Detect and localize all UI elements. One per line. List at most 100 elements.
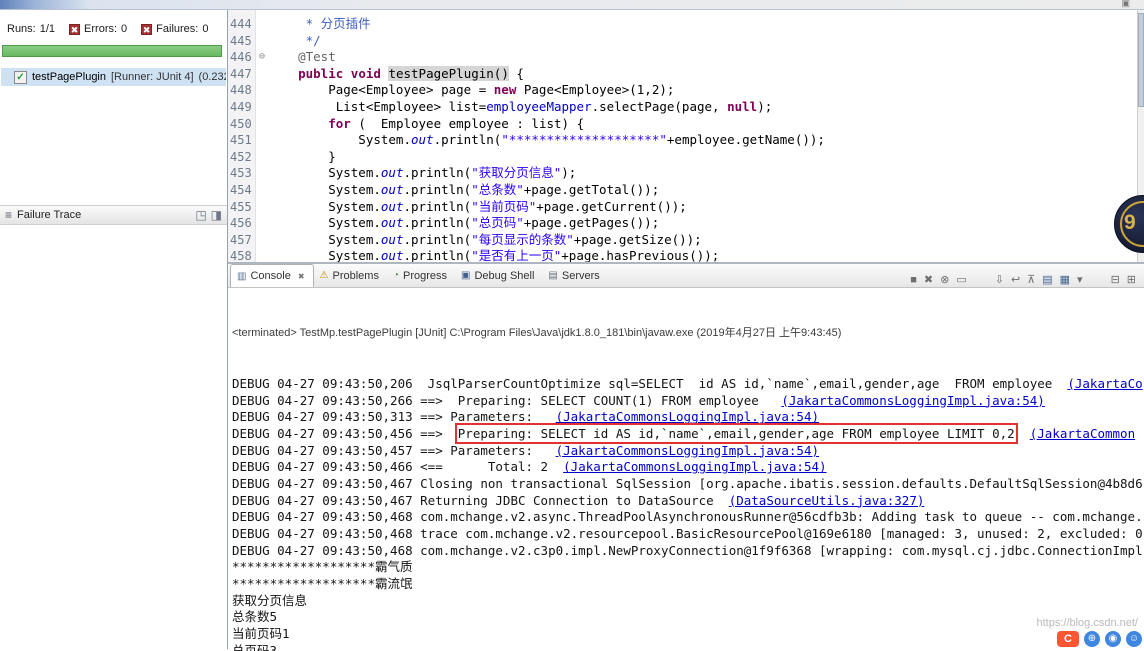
share-dot-icon[interactable]: ◉ [1105, 631, 1121, 647]
fold-collapse-icon[interactable]: ⊖ [256, 49, 268, 66]
line-number[interactable]: 457 [228, 232, 256, 249]
console-line: DEBUG 04-27 09:43:50,467 Closing non tra… [232, 476, 1144, 493]
console-line: DEBUG 04-27 09:43:50,468 com.mchange.v2.… [232, 509, 1144, 526]
open-console-icon[interactable]: ▦ [1060, 273, 1070, 287]
console-link[interactable]: (JakartaCommonsLoggingImpl.java:54) [556, 443, 819, 458]
minimize-icon[interactable]: ⊟ [1111, 273, 1120, 287]
code-token: } [268, 148, 336, 164]
console-link[interactable]: (JakartaCommonsLoggingImpl.java:54) [563, 459, 826, 474]
pin-console-icon[interactable]: ⊼ [1027, 273, 1035, 287]
code-text[interactable]: System.out.println("获取分页信息"); [268, 165, 1137, 182]
share-smile-icon[interactable]: ☺ [1126, 631, 1142, 647]
share-plus-icon[interactable]: ⊕ [1084, 631, 1100, 647]
word-wrap-icon[interactable]: ↩ [1011, 273, 1020, 287]
terminate-icon[interactable]: ■ [910, 273, 917, 287]
code-token: "总页码" [471, 215, 524, 231]
line-number[interactable]: 452 [228, 149, 256, 166]
test-name: testPagePlugin [32, 71, 106, 83]
tab-console[interactable]: ▥ Console ✖ [230, 264, 314, 287]
tab-problems[interactable]: ⚠ Problems [314, 264, 387, 287]
console-process-header: <terminated> TestMp.testPagePlugin [JUni… [232, 327, 842, 340]
code-text[interactable]: */ [268, 33, 1137, 50]
remove-all-launches-icon[interactable]: ⊗ [940, 273, 949, 287]
code-text[interactable]: for ( Employee employee : list) { [268, 116, 1137, 133]
code-token: out [380, 198, 404, 214]
code-token: ( Employee employee : list) { [350, 115, 585, 131]
fold-gutter [256, 149, 268, 166]
line-number[interactable]: 445 [228, 33, 256, 50]
code-token: ); [561, 165, 577, 181]
console-line: DEBUG 04-27 09:43:50,468 trace com.mchan… [232, 526, 1144, 543]
console-link[interactable]: (JakartaCo [1067, 376, 1142, 391]
line-number[interactable]: 446 [228, 49, 256, 66]
console-line: 获取分页信息 [232, 593, 1144, 610]
csdn-logo-icon[interactable]: C [1057, 631, 1079, 647]
test-result-item[interactable]: ✓ testPagePlugin [Runner: JUnit 4] (0.23… [1, 68, 226, 86]
fold-gutter [256, 165, 268, 182]
fold-gutter [256, 16, 268, 33]
code-text[interactable]: } [268, 149, 1137, 166]
code-token: "是否有上一页" [471, 248, 562, 262]
fold-gutter [256, 33, 268, 50]
tab-debug-shell[interactable]: ▣ Debug Shell [455, 264, 542, 287]
line-number[interactable]: 453 [228, 165, 256, 182]
code-text[interactable]: List<Employee> list=employeeMapper.selec… [268, 99, 1137, 116]
code-text[interactable]: System.out.println("是否有上一页"+page.hasPrev… [268, 248, 1137, 262]
console-line: 当前页码1 [232, 626, 1144, 643]
console-output[interactable]: <terminated> TestMp.testPagePlugin [JUni… [228, 288, 1144, 651]
line-number[interactable]: 455 [228, 199, 256, 216]
code-text[interactable]: System.out.println("每页显示的条数"+page.getSiz… [268, 232, 1137, 249]
maximize-icon[interactable]: ⊞ [1127, 273, 1136, 287]
code-token: void [350, 65, 381, 81]
line-number[interactable]: 450 [228, 116, 256, 133]
line-number[interactable]: 449 [228, 99, 256, 116]
code-line: 446 ⊖ @Test [228, 49, 1137, 66]
code-token: System. [268, 248, 381, 262]
scrollbar-thumb[interactable] [1138, 13, 1144, 107]
console-line: DEBUG 04-27 09:43:50,456 ==> Preparing: … [232, 422, 1144, 444]
code-text[interactable]: System.out.println("总页码"+page.getPages()… [268, 215, 1137, 232]
code-line: 447 public void testPagePlugin() { [228, 65, 1137, 83]
code-text[interactable]: System.out.println("总条数"+page.getTotal()… [268, 182, 1137, 199]
code-text[interactable]: System.out.println("********************… [268, 132, 1137, 149]
scroll-lock-icon[interactable]: ⇩ [995, 273, 1004, 287]
console-text: 总页码3 [232, 642, 278, 651]
code-editor[interactable]: 444 * 分页插件 445 */446 ⊖ @Test 447 public voi… [228, 10, 1137, 262]
close-icon[interactable]: ✖ [298, 272, 305, 281]
window-restore-icon[interactable]: ▣ [1121, 0, 1130, 9]
compare-result-icon[interactable]: ◨ [211, 208, 222, 222]
code-text[interactable]: Page<Employee> page = new Page<Employee>… [268, 82, 1137, 99]
code-token: .println( [403, 165, 472, 181]
console-line: 总条数5 [232, 609, 1144, 626]
line-number[interactable]: 456 [228, 215, 256, 232]
code-text[interactable]: @Test [268, 49, 1137, 66]
console-dropdown-icon[interactable]: ▾ [1077, 273, 1083, 287]
clear-console-icon[interactable]: ▭ [956, 273, 966, 287]
tab-progress[interactable]: ◔ Progress [387, 264, 455, 287]
remove-launch-icon[interactable]: ✖ [924, 273, 933, 287]
code-token: "获取分页信息" [471, 165, 562, 181]
console-link[interactable]: (JakartaCommonsLoggingImpl.java:54) [556, 409, 819, 424]
code-text[interactable]: * 分页插件 [268, 16, 1137, 33]
code-text[interactable]: System.out.println("当前页码"+page.getCurren… [268, 199, 1137, 216]
csdn-watermark: https://blog.csdn.net/ C ⊕ ◉ ☺ [1036, 617, 1142, 647]
console-link[interactable]: (DataSourceUtils.java:327) [729, 493, 925, 508]
code-text[interactable]: public void testPagePlugin() { [268, 65, 1137, 83]
code-token: +page.getSize()); [573, 231, 702, 247]
code-line: 452 } [228, 149, 1137, 166]
console-link[interactable]: (JakartaCommonsLoggingImpl.java:54) [781, 393, 1044, 408]
medal-number: 9 [1124, 211, 1136, 234]
line-number[interactable]: 447 [228, 66, 256, 83]
failure-trace-header: ≡ Failure Trace ◳ ◨ [0, 205, 227, 225]
code-line: 453 System.out.println("获取分页信息"); [228, 165, 1137, 182]
console-link[interactable]: (JakartaCommon [1030, 426, 1135, 441]
line-number[interactable]: 454 [228, 182, 256, 199]
tab-servers[interactable]: ▤ Servers [542, 264, 607, 287]
line-number[interactable]: 451 [228, 132, 256, 149]
display-selected-console-icon[interactable]: ▤ [1042, 273, 1052, 287]
line-number[interactable]: 448 [228, 82, 256, 99]
line-number[interactable]: 458 [228, 248, 256, 262]
show-trace-in-console-icon[interactable]: ◳ [195, 208, 206, 222]
code-token: +page.getCurrent()); [536, 198, 687, 214]
line-number[interactable]: 444 [228, 16, 256, 33]
